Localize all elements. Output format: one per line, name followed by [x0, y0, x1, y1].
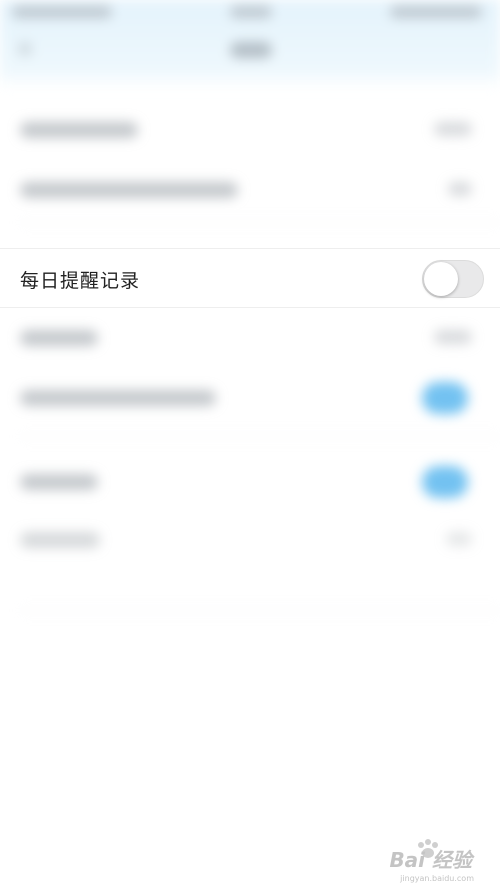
- divider: [20, 222, 500, 223]
- status-icons-blur: [390, 6, 482, 18]
- settings-row-blurred[interactable]: [0, 368, 500, 428]
- row-label-blur: [20, 532, 100, 548]
- back-icon[interactable]: [18, 42, 32, 56]
- divider: [20, 610, 500, 611]
- daily-reminder-label: 每日提醒记录: [20, 270, 141, 292]
- row-value-blur: [446, 532, 472, 546]
- settings-row-blurred[interactable]: [0, 308, 500, 368]
- settings-row-blurred[interactable]: [0, 510, 500, 570]
- status-bar: [0, 0, 500, 28]
- status-carrier-blur: [12, 6, 112, 18]
- settings-row-blurred[interactable]: [0, 452, 500, 512]
- app-header: [0, 0, 500, 88]
- watermark-brand: Bai 经验: [389, 848, 472, 872]
- watermark-url: jingyan.baidu.com: [400, 874, 474, 883]
- row-label-blur: [20, 390, 216, 406]
- row-label-blur: [20, 182, 238, 198]
- settings-row-blurred[interactable]: [0, 100, 500, 160]
- toggle-knob: [424, 262, 458, 296]
- page-title-blur: [230, 42, 272, 58]
- daily-reminder-row: 每日提醒记录: [0, 248, 500, 308]
- divider: [20, 436, 500, 437]
- settings-row-blurred[interactable]: [0, 160, 500, 220]
- status-time-blur: [230, 6, 272, 18]
- row-label-blur: [20, 474, 98, 490]
- toggle-on-blur[interactable]: [422, 382, 468, 414]
- row-value-blur: [434, 122, 472, 136]
- daily-reminder-toggle[interactable]: [422, 260, 484, 298]
- row-label-blur: [20, 330, 98, 346]
- row-label-blur: [20, 122, 138, 138]
- row-value-blur: [448, 182, 472, 196]
- toggle-on-blur[interactable]: [422, 466, 468, 498]
- row-value-blur: [434, 330, 472, 344]
